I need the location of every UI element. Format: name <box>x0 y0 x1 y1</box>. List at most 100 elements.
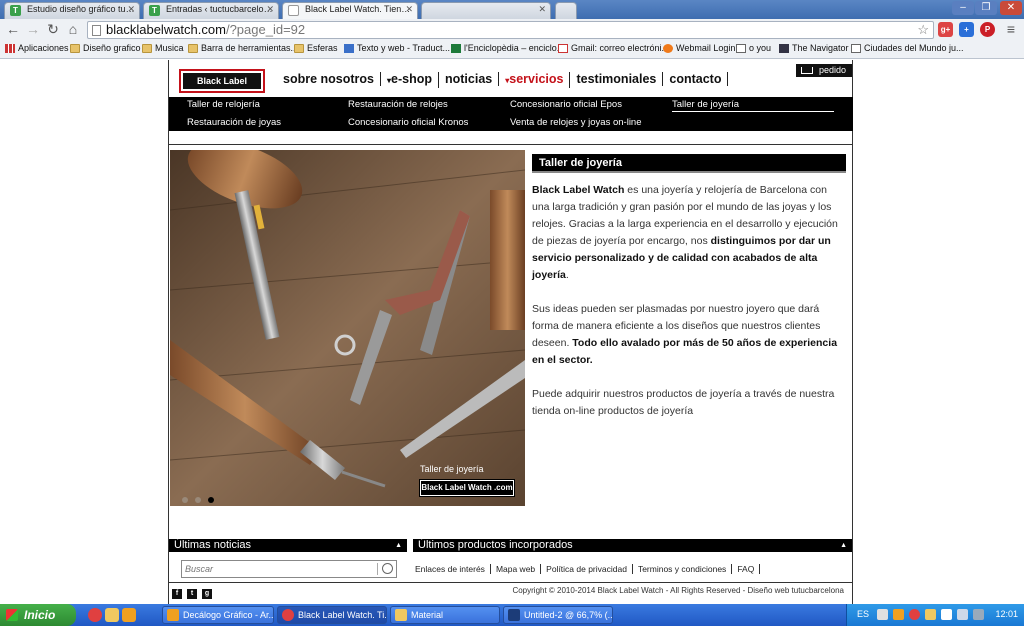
subnav-concesionario-kronos[interactable]: Concesionario oficial Kronos <box>348 117 468 128</box>
chrome-quicklaunch-icon[interactable] <box>88 608 102 622</box>
tuctuc-favicon-icon: T <box>149 5 160 16</box>
nav-testimoniales[interactable]: testimoniales <box>570 72 664 86</box>
folder-icon <box>294 44 304 53</box>
apps-icon <box>5 44 15 53</box>
forward-arrow-icon[interactable]: → <box>25 22 41 38</box>
bookmark-ciudades[interactable]: Ciudades del Mundo ju... <box>851 43 964 53</box>
slider-dot-1[interactable] <box>182 497 188 503</box>
close-tab-icon[interactable]: ✕ <box>538 4 546 15</box>
footer-link-mapa-web[interactable]: Mapa web <box>490 564 542 574</box>
office-quicklaunch-icon[interactable] <box>122 608 136 622</box>
browser-tab-4[interactable]: ✕ <box>421 2 551 19</box>
bookmark-texto[interactable]: Texto y web - Traduct... <box>344 43 450 53</box>
bookmark-apps[interactable]: Aplicaciones <box>5 43 69 53</box>
bookmark-label: Esferas <box>307 43 338 53</box>
subnav-taller-joyeria[interactable]: Taller de joyería <box>672 99 834 112</box>
subnav-concesionario-epos[interactable]: Concesionario oficial Epos <box>510 99 622 110</box>
tray-chrome-icon[interactable] <box>909 609 920 620</box>
collapse-triangle-icon[interactable]: ▲ <box>840 539 847 552</box>
network-icon[interactable] <box>941 609 952 620</box>
bookmark-webmail[interactable]: Webmail Login <box>663 43 735 53</box>
footer-link-terminos[interactable]: Terminos y condiciones <box>632 564 733 574</box>
bar-label: Últimos productos incorporados <box>418 539 573 551</box>
back-arrow-icon[interactable]: ← <box>5 22 21 38</box>
nav-servicios[interactable]: ▾servicios <box>499 72 571 88</box>
subnav-restauracion-joyas[interactable]: Restauración de joyas <box>187 117 281 128</box>
explorer-quicklaunch-icon[interactable] <box>105 608 119 622</box>
tray-office-icon[interactable] <box>893 609 904 620</box>
address-bar[interactable]: blacklabelwatch.com/?page_id=92 ☆ <box>87 21 934 39</box>
nav-label: testimoniales <box>576 72 657 86</box>
bookmark-enciclopedia[interactable]: l'Enciclopèdia – enciclo... <box>451 43 564 53</box>
close-tab-icon[interactable]: ✕ <box>266 4 274 15</box>
close-tab-icon[interactable]: ✕ <box>127 4 135 15</box>
add-extension-icon[interactable]: + <box>959 22 974 37</box>
bookmark-label: Webmail Login <box>676 43 736 53</box>
content-paragraph-3[interactable]: Puede adquirir nuestros productos de joy… <box>532 386 846 420</box>
translate-icon <box>344 44 354 53</box>
paragraph-bold: Todo ello avalado por más de 50 años de … <box>532 337 838 366</box>
google-plus-extension-icon[interactable]: g+ <box>938 22 953 37</box>
browser-toolbar: ← → ↻ ⌂ blacklabelwatch.com/?page_id=92 … <box>0 19 1024 41</box>
language-indicator[interactable]: ES <box>857 609 869 619</box>
bookmark-star-icon[interactable]: ☆ <box>917 22 929 38</box>
bookmark-diseno[interactable]: Diseño grafico <box>70 43 141 53</box>
bookmark-barra[interactable]: Barra de herramientas... <box>188 43 298 53</box>
taskbar-item-photoshop[interactable]: Untitled-2 @ 66,7% (... <box>503 606 613 624</box>
subnav-taller-relojeria[interactable]: Taller de relojería <box>187 99 260 110</box>
tray-app-icon[interactable] <box>877 609 888 620</box>
taskbar-item-material[interactable]: Material <box>390 606 500 624</box>
pedido-cart-button[interactable]: pedido <box>796 64 852 77</box>
shopping-cart-icon <box>801 67 813 74</box>
footer-link-faq[interactable]: FAQ <box>732 564 761 574</box>
browser-tab-3-active[interactable]: Black Label Watch. Tienda c ✕ <box>282 2 418 19</box>
bookmark-esferas[interactable]: Esferas <box>294 43 338 53</box>
browser-tab-2[interactable]: T Entradas ‹ tuctucbarcelona — ✕ <box>143 2 279 19</box>
twitter-icon[interactable]: t <box>187 589 197 599</box>
search-input[interactable] <box>182 561 372 577</box>
folder-icon <box>70 44 80 53</box>
nav-sobre-nosotros[interactable]: sobre nosotros <box>283 72 381 86</box>
new-tab-button[interactable] <box>555 2 577 19</box>
clock[interactable]: 12:01 <box>995 609 1018 619</box>
bookmark-gmail[interactable]: Gmail: correo electróni... <box>558 43 669 53</box>
nav-contacto[interactable]: contacto <box>663 72 729 86</box>
taskbar-item-decalogo[interactable]: Decálogo Gráfico - Ar... <box>162 606 274 624</box>
slider-dot-3-active[interactable] <box>208 497 214 503</box>
google-plus-icon[interactable]: g <box>202 589 212 599</box>
slider-dot-2[interactable] <box>195 497 201 503</box>
subnav-restauracion-relojes[interactable]: Restauración de relojes <box>348 99 448 110</box>
bookmark-label: o you <box>749 43 772 53</box>
bookmark-musica[interactable]: Musica <box>142 43 184 53</box>
bookmark-o-you[interactable]: o you <box>736 43 771 53</box>
taskbar-item-browser[interactable]: Black Label Watch. Ti... <box>277 606 387 624</box>
close-window-icon[interactable]: ✕ <box>1000 1 1022 15</box>
collapse-triangle-icon[interactable]: ▲ <box>395 539 402 552</box>
reload-icon[interactable]: ↻ <box>45 22 61 38</box>
facebook-icon[interactable]: f <box>172 589 182 599</box>
pinterest-icon[interactable]: P <box>980 22 995 37</box>
search-icon[interactable] <box>382 563 393 574</box>
nav-noticias[interactable]: noticias <box>439 72 500 86</box>
hero-brand-badge: Black Label Watch .com <box>419 479 515 497</box>
subnav-venta-online[interactable]: Venta de relojes y joyas on-line <box>510 117 642 128</box>
tray-folder-icon[interactable] <box>925 609 936 620</box>
footer-link-privacidad[interactable]: Política de privacidad <box>541 564 633 574</box>
start-button[interactable]: Inicio <box>0 604 76 626</box>
nav-e-shop[interactable]: ▾e-shop <box>381 72 439 88</box>
bookmark-navigator[interactable]: The Navigator <box>779 43 849 53</box>
footer-link-enlaces[interactable]: Enlaces de interés <box>415 564 491 574</box>
volume-icon[interactable] <box>957 609 968 620</box>
home-icon[interactable]: ⌂ <box>65 22 81 38</box>
content-paragraph-1: Black Label Watch es una joyería y reloj… <box>532 182 846 284</box>
hero-slider[interactable]: Taller de joyería Black Label Watch .com <box>170 150 525 506</box>
latest-products-bar[interactable]: Últimos productos incorporados ▲ <box>413 539 852 552</box>
wifi-icon[interactable] <box>973 609 984 620</box>
minimize-icon[interactable]: – <box>952 1 974 15</box>
menu-hamburger-icon[interactable]: ≡ <box>1003 22 1019 38</box>
close-tab-icon[interactable]: ✕ <box>405 4 413 15</box>
browser-tab-1[interactable]: T Estudio diseño gráfico tuc tuc ✕ <box>4 2 140 19</box>
maximize-icon[interactable]: ❐ <box>975 1 997 15</box>
latest-news-bar[interactable]: Últimas noticias ▲ <box>169 539 407 552</box>
site-logo[interactable]: Black Label Watch <box>179 69 265 102</box>
